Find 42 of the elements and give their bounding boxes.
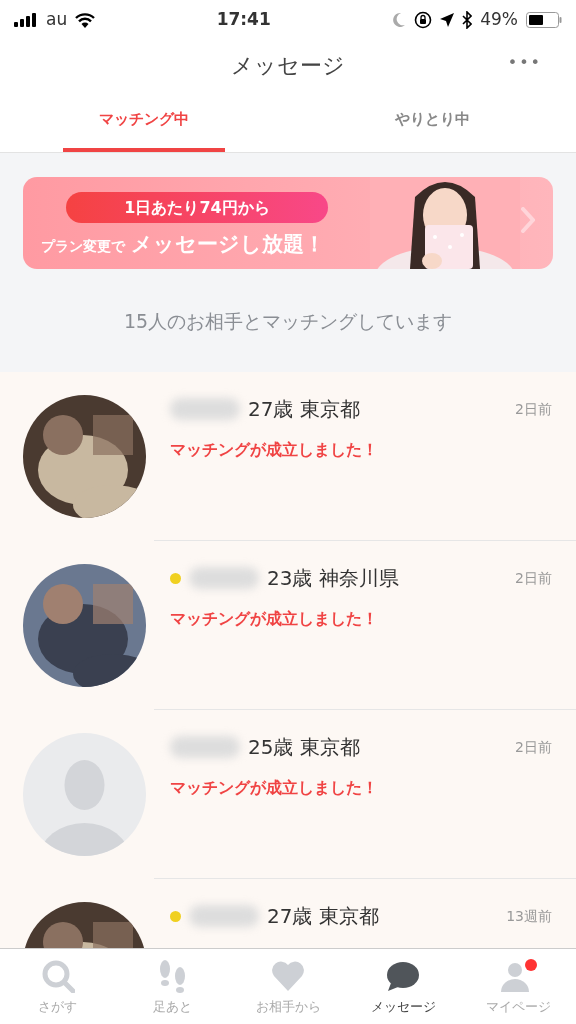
search-icon (40, 959, 75, 993)
promo-text: プラン変更で (41, 238, 125, 254)
timestamp: 13週前 (506, 906, 552, 926)
blurred-name (170, 736, 240, 758)
nav-tab[interactable]: メッセージ (345, 949, 461, 1024)
message-preview: マッチングが成立しました！ (170, 439, 379, 461)
message-preview: マッチングが成立しました！ (170, 608, 379, 630)
message-preview: マッチングが成立しました！ (170, 777, 379, 799)
nav-tab[interactable]: さがす (0, 949, 116, 1024)
heart-icon (271, 959, 305, 993)
chat-bubble-icon (386, 959, 421, 993)
nav-tab[interactable]: 足あと (115, 949, 231, 1024)
tab[interactable]: やりとり中 (358, 90, 506, 152)
chevron-right-icon (521, 207, 535, 233)
blurred-name (189, 905, 259, 927)
age-location-text: 27歳 東京都 (267, 903, 379, 930)
moon-icon (392, 12, 407, 28)
nav-tab[interactable]: マイページ (460, 949, 576, 1024)
battery-text: 49% (480, 8, 518, 32)
nav-tab[interactable]: お相手から (230, 949, 346, 1024)
battery-icon (526, 12, 562, 28)
timestamp: 2日前 (515, 737, 552, 757)
wifi-icon (75, 12, 96, 28)
timestamp: 2日前 (515, 568, 552, 588)
price-pill: 1日あたり74円から (66, 192, 328, 223)
more-button[interactable]: ••• (501, 50, 548, 76)
rotation-lock-icon (414, 11, 433, 29)
location-icon (440, 13, 455, 27)
bluetooth-icon (462, 11, 473, 29)
match-count-text: 15人のお相手とマッチングしています (122, 309, 454, 334)
age-location-text: 27歳 東京都 (248, 396, 360, 423)
status-time: 17:41 (215, 8, 272, 32)
timestamp: 2日前 (515, 399, 552, 419)
carrier-text: au (46, 8, 68, 32)
age-location-text: 25歳 東京都 (248, 734, 360, 761)
age-location-text: 23歳 神奈川県 (267, 565, 399, 592)
blurred-name (189, 567, 259, 589)
screen-title: メッセージ (231, 51, 345, 80)
signal-icon (14, 13, 38, 27)
promo-headline: メッセージし放題！ (130, 232, 325, 256)
blurred-name (170, 398, 240, 420)
promo-banner[interactable]: 1日あたり74円から プラン変更で メッセージし放題！ (23, 177, 553, 269)
